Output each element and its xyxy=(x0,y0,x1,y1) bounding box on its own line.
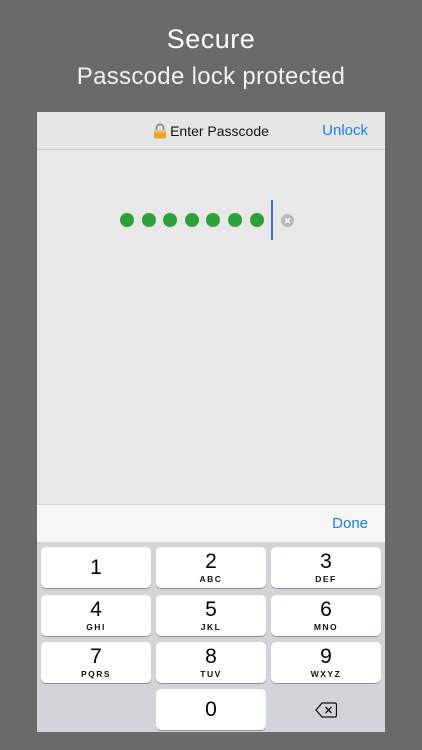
key-2[interactable]: 2 ABC xyxy=(156,547,266,588)
key-8[interactable]: 8 TUV xyxy=(156,642,266,683)
passcode-dot xyxy=(206,213,221,227)
key-number: 7 xyxy=(90,645,102,668)
passcode-dot xyxy=(141,213,156,227)
navigation-bar: Enter Passcode Unlock xyxy=(37,112,385,150)
key-letters: PQRS xyxy=(80,669,112,679)
key-number: 5 xyxy=(205,598,217,621)
key-number: 0 xyxy=(205,697,217,721)
promo-title: Secure xyxy=(166,24,256,54)
keyboard-accessory-bar: Done xyxy=(37,504,385,543)
key-number: 6 xyxy=(320,598,332,621)
key-number: 4 xyxy=(90,598,102,621)
key-number: 2 xyxy=(205,550,217,573)
text-caret xyxy=(271,200,274,240)
key-number: 9 xyxy=(320,645,332,668)
key-0[interactable]: 0 xyxy=(156,689,266,730)
passcode-dot xyxy=(227,213,242,227)
passcode-area xyxy=(37,150,385,504)
phone-screen: Enter Passcode Unlock Done 1 2 ABC 3 DEF… xyxy=(37,112,385,732)
key-6[interactable]: 6 MNO xyxy=(271,595,381,636)
key-letters: JKL xyxy=(200,622,222,632)
unlock-button[interactable]: Unlock xyxy=(322,112,368,149)
done-button[interactable]: Done xyxy=(332,505,368,543)
passcode-dot xyxy=(184,213,199,227)
promo-subtitle: Passcode lock protected xyxy=(76,63,346,90)
key-letters: MNO xyxy=(313,622,339,632)
key-letters: DEF xyxy=(315,574,337,584)
delete-key[interactable] xyxy=(271,689,381,730)
key-1[interactable]: 1 xyxy=(41,547,151,588)
passcode-dot xyxy=(120,213,134,227)
key-letters: ABC xyxy=(199,574,223,584)
key-9[interactable]: 9 WXYZ xyxy=(271,642,381,683)
key-4[interactable]: 4 GHI xyxy=(41,595,151,636)
key-letters: GHI xyxy=(86,622,106,632)
lock-icon xyxy=(154,122,167,138)
key-letters: WXYZ xyxy=(310,669,342,679)
key-number: 3 xyxy=(320,550,332,573)
numeric-keypad: 1 2 ABC 3 DEF 4 GHI 5 JKL 6 MNO 7 PQRS 8… xyxy=(37,542,385,732)
key-7[interactable]: 7 PQRS xyxy=(41,642,151,683)
key-3[interactable]: 3 DEF xyxy=(271,547,381,588)
key-5[interactable]: 5 JKL xyxy=(156,595,266,636)
key-number: 8 xyxy=(205,645,217,668)
backspace-icon xyxy=(315,701,337,718)
key-letters: TUV xyxy=(200,669,222,679)
passcode-dot xyxy=(163,213,178,227)
clear-circle-icon[interactable] xyxy=(281,213,295,227)
passcode-dot xyxy=(249,213,264,227)
key-number: 1 xyxy=(90,555,102,579)
passcode-field[interactable] xyxy=(120,198,295,242)
nav-title: Enter Passcode xyxy=(170,122,269,139)
